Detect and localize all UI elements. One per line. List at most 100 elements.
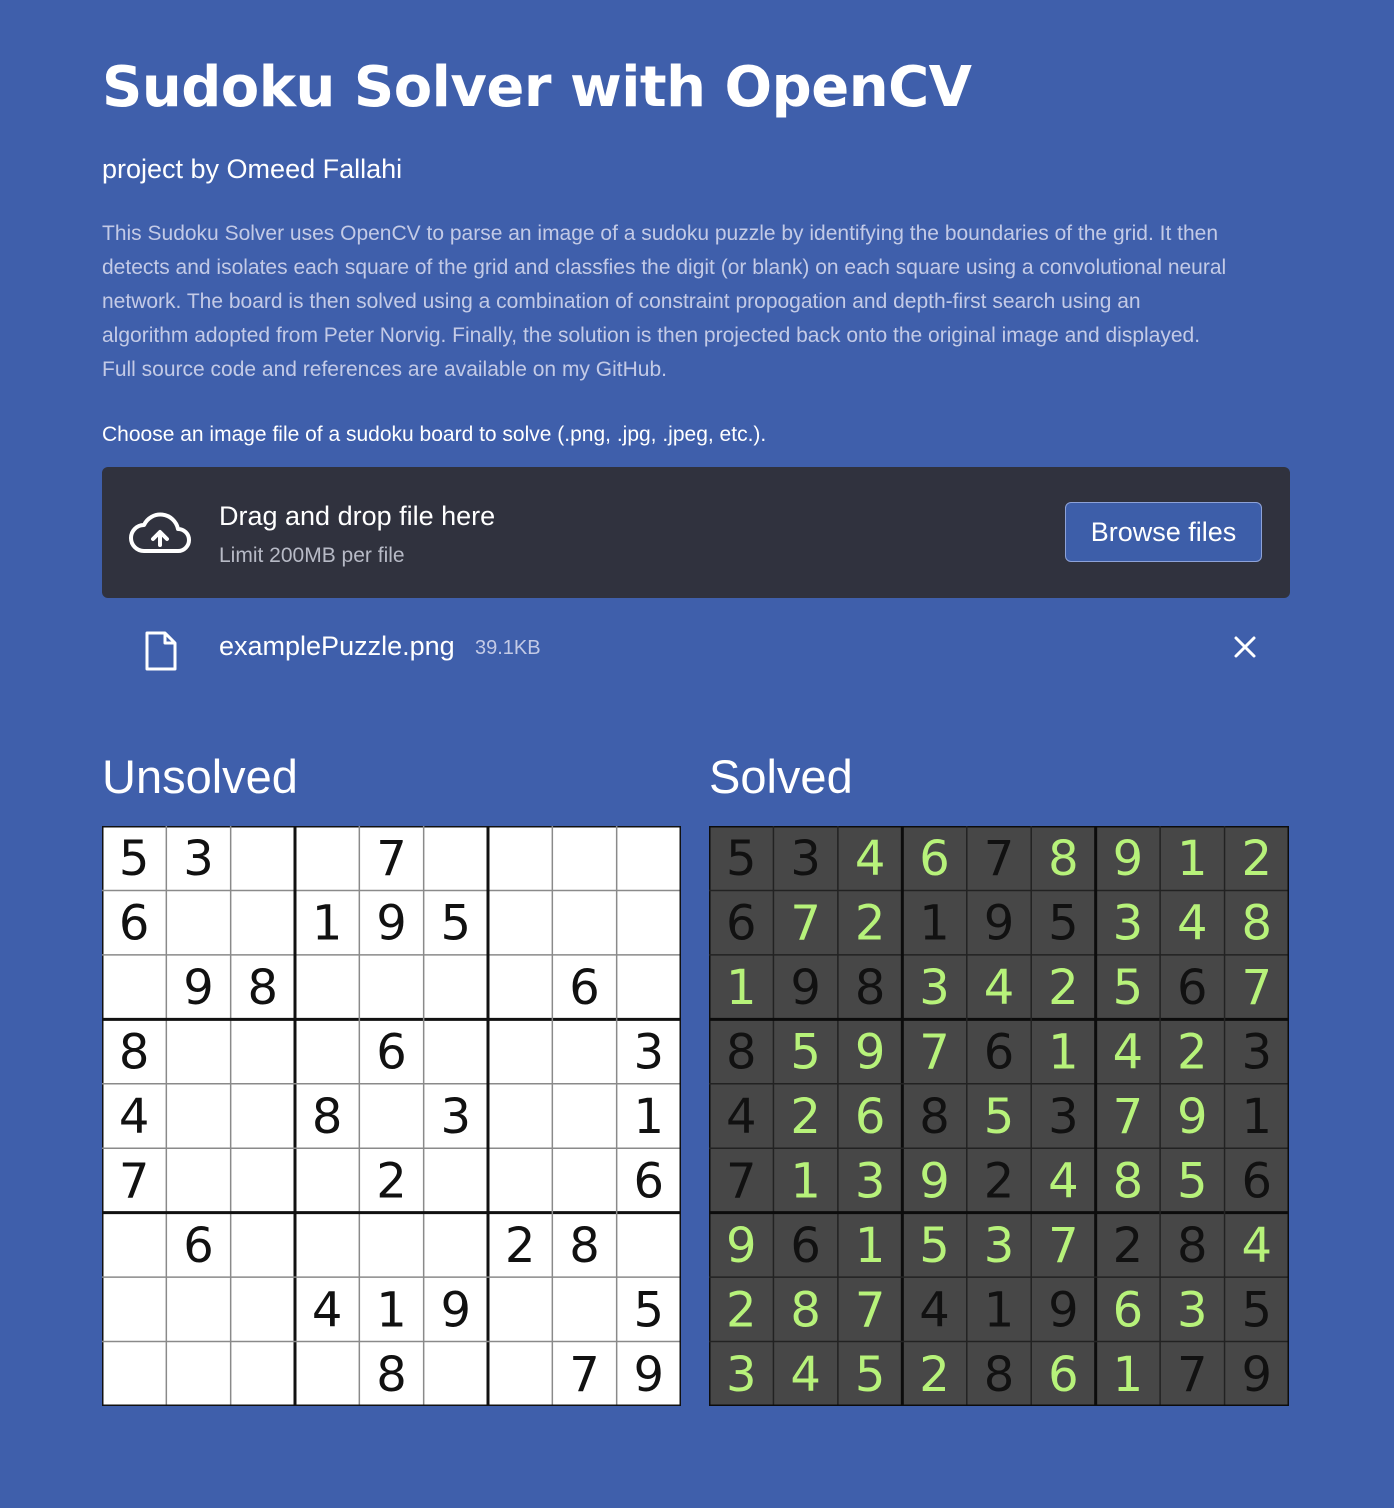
- sudoku-digit: 4: [312, 1282, 343, 1338]
- sudoku-digit: 5: [441, 896, 472, 952]
- solved-heading: Solved: [709, 750, 853, 803]
- sudoku-digit: 6: [855, 1089, 886, 1145]
- sudoku-digit: 1: [726, 960, 757, 1016]
- sudoku-digit: 5: [855, 1347, 886, 1403]
- sudoku-digit: 3: [634, 1025, 665, 1081]
- sudoku-digit: 8: [919, 1089, 950, 1145]
- sudoku-digit: 6: [790, 1218, 821, 1274]
- sudoku-digit: 6: [726, 896, 757, 952]
- sudoku-digit: 1: [634, 1089, 665, 1145]
- sudoku-digit: 7: [1242, 960, 1273, 1016]
- sudoku-digit: 9: [1177, 1089, 1208, 1145]
- sudoku-digit: 5: [1048, 896, 1079, 952]
- dropzone-title: Drag and drop file here: [219, 501, 496, 531]
- sudoku-digit: 3: [984, 1218, 1015, 1274]
- sudoku-digit: 4: [790, 1347, 821, 1403]
- sudoku-digit: 1: [984, 1282, 1015, 1338]
- sudoku-digit: 8: [726, 1025, 757, 1081]
- sudoku-digit: 7: [726, 1153, 757, 1209]
- sudoku-digit: 6: [1242, 1153, 1273, 1209]
- sudoku-digit: 2: [726, 1282, 757, 1338]
- page-subtitle: project by Omeed Fallahi: [102, 154, 403, 184]
- file-uploader-label: Choose an image file of a sudoku board t…: [102, 423, 767, 446]
- sudoku-digit: 9: [1242, 1347, 1273, 1403]
- sudoku-digit: 9: [726, 1218, 757, 1274]
- sudoku-digit: 6: [1113, 1282, 1144, 1338]
- sudoku-digit: 5: [1113, 960, 1144, 1016]
- sudoku-digit: 7: [1048, 1218, 1079, 1274]
- sudoku-digit: 2: [1177, 1025, 1208, 1081]
- solved-board-image: 5 3 4 6 7 8 9 1 26 7 2 1 9 5 3 4 81 9 8 3 4 2 5 6 78 5 9 7 6 1 4 2 34 2 6 8…: [709, 826, 1289, 1406]
- sudoku-digit: 9: [441, 1282, 472, 1338]
- sudoku-digit: 1: [1113, 1347, 1144, 1403]
- sudoku-digit: 4: [984, 960, 1015, 1016]
- sudoku-digit: 1: [312, 896, 343, 952]
- sudoku-digit: 5: [726, 831, 757, 887]
- sudoku-digit: 2: [505, 1218, 536, 1274]
- sudoku-digit: 9: [634, 1347, 665, 1403]
- sudoku-digit: 5: [1177, 1153, 1208, 1209]
- sudoku-digit: 8: [248, 960, 279, 1016]
- sudoku-digit: 7: [119, 1153, 150, 1209]
- sudoku-digit: 6: [569, 960, 600, 1016]
- sudoku-digit: 3: [1177, 1282, 1208, 1338]
- uploaded-file-name: examplePuzzle.png: [219, 631, 455, 661]
- sudoku-digit: 6: [634, 1153, 665, 1209]
- sudoku-digit: 7: [1177, 1347, 1208, 1403]
- sudoku-digit: 6: [119, 896, 150, 952]
- sudoku-digit: 8: [984, 1347, 1015, 1403]
- sudoku-digit: 7: [919, 1025, 950, 1081]
- sudoku-digit: 1: [790, 1153, 821, 1209]
- description-line: Full source code and references are avai…: [102, 358, 667, 381]
- sudoku-digit: 1: [1048, 1025, 1079, 1081]
- description-line: algorithm adopted from Peter Norvig. Fin…: [102, 324, 1201, 347]
- sudoku-digit: 2: [790, 1089, 821, 1145]
- description-line: detects and isolates each square of the …: [102, 256, 1227, 279]
- close-icon[interactable]: [1230, 632, 1260, 662]
- sudoku-digit: 5: [984, 1089, 1015, 1145]
- description-line: This Sudoku Solver uses OpenCV to parse …: [102, 222, 1219, 245]
- sudoku-digit: 4: [726, 1089, 757, 1145]
- sudoku-digit: 7: [569, 1347, 600, 1403]
- sudoku-digit: 6: [1048, 1347, 1079, 1403]
- sudoku-digit: 3: [790, 831, 821, 887]
- sudoku-digit: 6: [183, 1218, 214, 1274]
- sudoku-digit: 5: [919, 1218, 950, 1274]
- sudoku-digit: 2: [984, 1153, 1015, 1209]
- sudoku-digit: 8: [1113, 1153, 1144, 1209]
- sudoku-digit: 3: [919, 960, 950, 1016]
- file-icon: [145, 631, 177, 671]
- sudoku-digit: 3: [855, 1153, 886, 1209]
- sudoku-digit: 2: [919, 1347, 950, 1403]
- sudoku-digit: 8: [119, 1025, 150, 1081]
- sudoku-digit: 7: [855, 1282, 886, 1338]
- sudoku-digit: 9: [984, 896, 1015, 952]
- sudoku-digit: 2: [855, 896, 886, 952]
- sudoku-digit: 8: [1242, 896, 1273, 952]
- sudoku-digit: 4: [1242, 1218, 1273, 1274]
- sudoku-digit: 7: [984, 831, 1015, 887]
- sudoku-digit: 9: [855, 1025, 886, 1081]
- sudoku-digit: 8: [569, 1218, 600, 1274]
- file-dropzone[interactable]: Drag and drop file here Limit 200MB per …: [102, 467, 1290, 598]
- sudoku-digit: 8: [376, 1347, 407, 1403]
- uploaded-file-row: examplePuzzle.png 39.1KB: [102, 620, 1290, 674]
- sudoku-digit: 9: [1048, 1282, 1079, 1338]
- cloud-upload-icon: [129, 512, 191, 553]
- browse-files-button[interactable]: Browse files: [1065, 502, 1262, 562]
- sudoku-digit: 3: [1242, 1025, 1273, 1081]
- sudoku-digit: 5: [1242, 1282, 1273, 1338]
- description-line: network. The board is then solved using …: [102, 290, 1141, 313]
- sudoku-digit: 4: [1048, 1153, 1079, 1209]
- sudoku-digit: 9: [376, 896, 407, 952]
- page-title: Sudoku Solver with OpenCV: [102, 55, 972, 120]
- sudoku-digit: 6: [376, 1025, 407, 1081]
- project-description: This Sudoku Solver uses OpenCV to parse …: [102, 217, 1302, 387]
- sudoku-digit: 6: [984, 1025, 1015, 1081]
- sudoku-digit: 9: [790, 960, 821, 1016]
- sudoku-digit: 3: [1048, 1089, 1079, 1145]
- sudoku-digit: 3: [183, 831, 214, 887]
- sudoku-digit: 9: [183, 960, 214, 1016]
- sudoku-digit: 7: [1113, 1089, 1144, 1145]
- sudoku-digit: 3: [441, 1089, 472, 1145]
